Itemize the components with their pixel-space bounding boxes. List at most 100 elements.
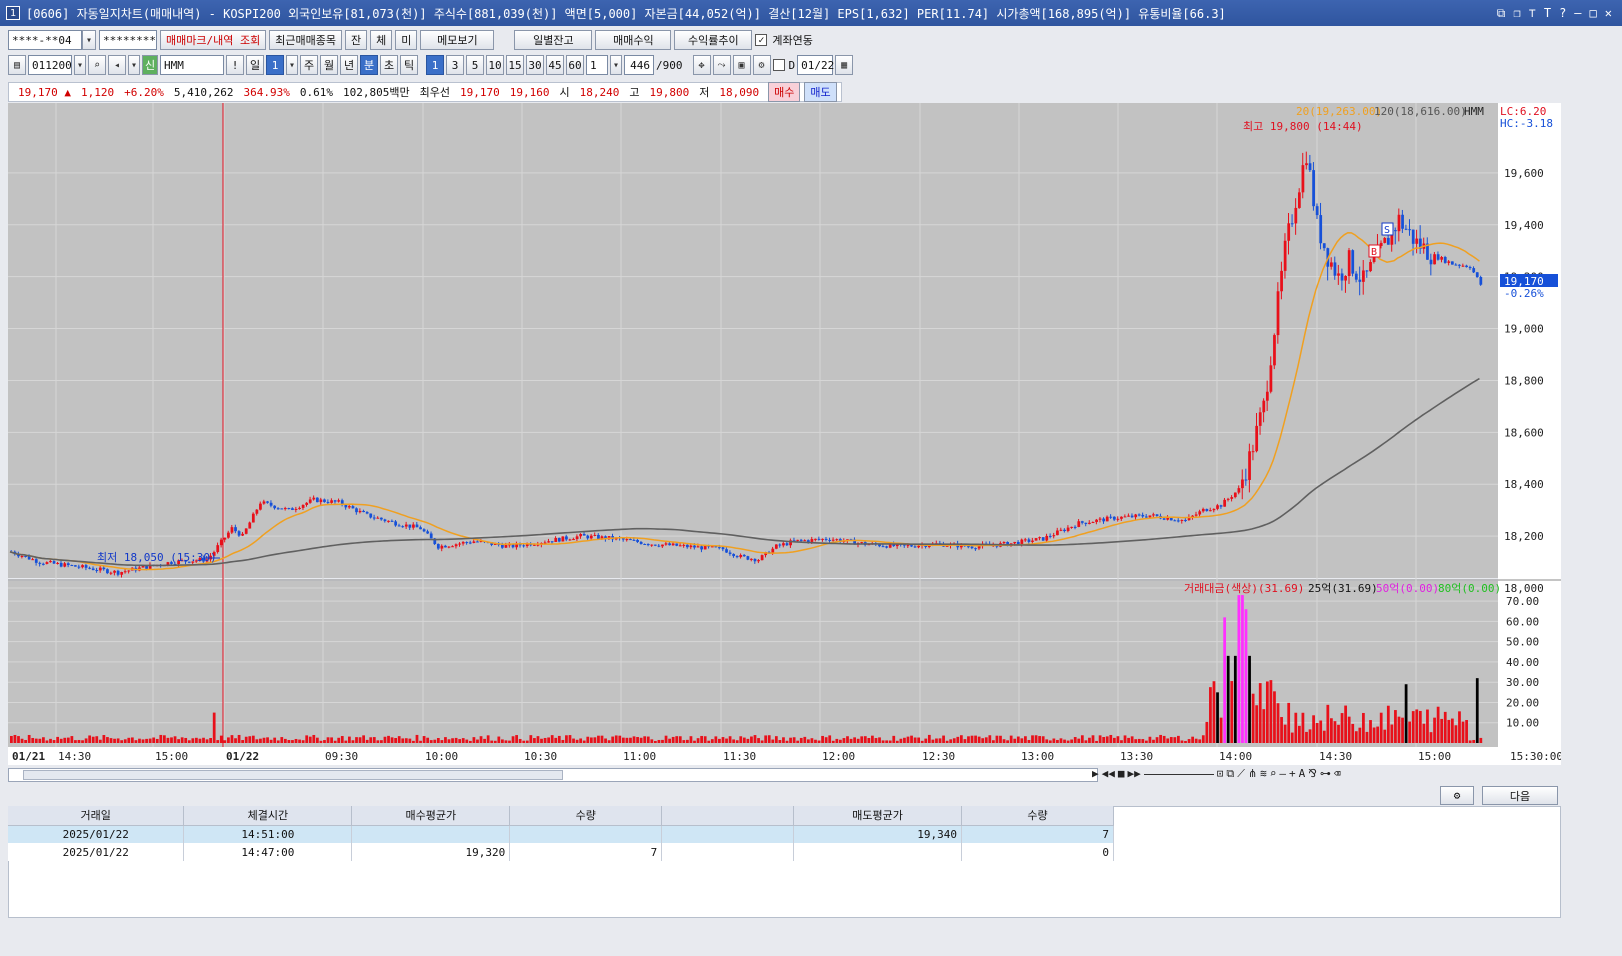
plus-icon[interactable]: +	[1289, 767, 1296, 781]
volume-bar	[632, 736, 636, 743]
minute-15-button[interactable]: 15	[506, 55, 524, 75]
minute-30-button[interactable]: 30	[526, 55, 544, 75]
scrollbar-thumb[interactable]	[23, 770, 563, 780]
tool-search-icon[interactable]: ⌕	[1270, 767, 1277, 781]
open-price: 18,240	[579, 85, 620, 99]
period-second-button[interactable]: 초	[380, 55, 398, 75]
minute-3-button[interactable]: 3	[446, 55, 464, 75]
tool-fib-icon[interactable]: ≋	[1260, 767, 1267, 781]
crosshair-icon[interactable]: ✥	[692, 55, 711, 75]
volume-bar	[120, 740, 124, 743]
col-buy-qty: 수량	[509, 806, 663, 826]
period-day-button[interactable]: 일	[246, 55, 264, 75]
link-icon[interactable]: ⧉	[1497, 6, 1506, 21]
period-year-button[interactable]: 년	[340, 55, 358, 75]
candle	[657, 545, 661, 547]
period-week-button[interactable]: 주	[300, 55, 318, 75]
interval-field[interactable]: 1	[586, 55, 608, 75]
minute-10-button[interactable]: 10	[486, 55, 504, 75]
tool-copy-icon[interactable]: ⧉	[1226, 767, 1234, 781]
volume-bar	[52, 740, 56, 743]
save-icon[interactable]: ▣	[732, 55, 751, 75]
daily-balance-button[interactable]: 일별잔고	[514, 30, 593, 50]
minute-45-button[interactable]: 45	[546, 55, 564, 75]
next-button[interactable]: 다음	[1482, 786, 1558, 805]
calendar-icon[interactable]: ▦	[835, 55, 854, 75]
period-value[interactable]: 1	[266, 55, 284, 75]
trade-profit-button[interactable]: 매매수익	[595, 30, 672, 50]
chevron-down-icon[interactable]: ▾	[82, 30, 96, 50]
maximize-icon[interactable]: □	[1590, 6, 1597, 21]
minute-5-button[interactable]: 5	[466, 55, 484, 75]
speaker-icon[interactable]: ◂	[108, 55, 126, 75]
unexecuted-button[interactable]: 미	[395, 30, 418, 50]
buy-button[interactable]: 매수	[768, 82, 801, 102]
volume-bar	[387, 735, 390, 743]
help-icon[interactable]: ?	[1559, 6, 1566, 21]
return-trend-button[interactable]: 수익률추이	[674, 30, 753, 50]
chevron-down-icon[interactable]: ▾	[610, 55, 622, 75]
minute-60-button[interactable]: 60	[566, 55, 584, 75]
volume-bar	[959, 735, 963, 743]
restore-icon[interactable]: ❐	[1513, 6, 1520, 21]
tool-line-icon[interactable]: ⟋	[1237, 767, 1245, 781]
account-select[interactable]: ****-**04	[8, 30, 82, 50]
date-field[interactable]: 01/22	[797, 55, 834, 75]
candle	[693, 545, 696, 548]
period-minute-button[interactable]: 분	[360, 55, 378, 75]
stop-icon[interactable]: ■	[1118, 767, 1125, 781]
memo-button[interactable]: 메모보기	[420, 30, 495, 50]
recent-stocks-button[interactable]: 최근매매종목	[269, 30, 342, 50]
trend-icon[interactable]: ⤳	[712, 55, 731, 75]
play-icon[interactable]: ▶	[1092, 767, 1099, 781]
period-month-button[interactable]: 월	[320, 55, 338, 75]
executed-button[interactable]: 체	[370, 30, 393, 50]
minus-icon[interactable]: –	[1279, 767, 1286, 781]
tool-rect-icon[interactable]: ⊡	[1217, 767, 1224, 781]
forward-icon[interactable]: ▶▶	[1128, 767, 1141, 781]
date-checkbox[interactable]	[772, 59, 785, 71]
candle	[557, 538, 561, 542]
volume-bar	[621, 737, 625, 743]
tool-erase-icon[interactable]: ⌫	[1334, 767, 1341, 781]
account-link-checkbox[interactable]: ✓	[755, 34, 768, 46]
rewind-icon[interactable]: ◀◀	[1102, 767, 1115, 781]
minimize-icon[interactable]: –	[1574, 6, 1581, 21]
pin-icon[interactable]: ⊤	[1529, 6, 1536, 21]
stock-code-field[interactable]: 011200	[28, 55, 72, 75]
table-row[interactable]: 2025/01/22 14:47:00 19,320 7 0	[8, 843, 1114, 861]
stock-name-field[interactable]: HMM	[160, 55, 224, 75]
price-chart[interactable]: 19,60019,40019,20019,00018,80018,60018,4…	[8, 103, 1561, 765]
candle	[1148, 515, 1152, 518]
volume-bar	[440, 740, 444, 743]
volume-bar	[700, 735, 704, 743]
candle	[821, 538, 824, 540]
search-icon[interactable]: ⌕	[88, 55, 106, 75]
chart-scrollbar[interactable]	[8, 768, 1098, 782]
count-field[interactable]: 446	[624, 55, 654, 75]
tool-fork-icon[interactable]: ⋔	[1248, 767, 1257, 781]
mark-view-button[interactable]: 매매마크/내역 조회	[160, 30, 267, 50]
settings-button[interactable]: ⚙	[1440, 786, 1474, 805]
font-icon[interactable]: T	[1544, 6, 1551, 21]
minute-1-button[interactable]: 1	[426, 55, 444, 75]
table-row[interactable]: 2025/01/22 14:51:00 19,340 7	[8, 825, 1114, 843]
candle	[365, 512, 369, 514]
tool-ruler-icon[interactable]: ⊶	[1320, 767, 1331, 781]
password-field[interactable]: ********	[99, 30, 157, 50]
text-icon[interactable]: A	[1299, 767, 1306, 781]
alert-button[interactable]: !	[226, 55, 244, 75]
chevron-down-icon[interactable]: ▾	[128, 55, 140, 75]
code-search-icon[interactable]: ▤	[8, 55, 26, 75]
chevron-down-icon[interactable]: ▾	[74, 55, 86, 75]
zoom-slider[interactable]	[1143, 767, 1214, 775]
sell-button[interactable]: 매도	[804, 82, 837, 102]
gear-icon[interactable]: ⚙	[752, 55, 771, 75]
balance-button[interactable]: 잔	[344, 30, 368, 50]
app-icon: 1	[6, 6, 20, 20]
period-tick-button[interactable]: 틱	[400, 55, 418, 75]
tool-style-icon[interactable]: ⅋	[1308, 767, 1317, 781]
close-icon[interactable]: ✕	[1605, 6, 1612, 21]
chevron-down-icon[interactable]: ▾	[286, 55, 298, 75]
candle	[1027, 539, 1031, 542]
